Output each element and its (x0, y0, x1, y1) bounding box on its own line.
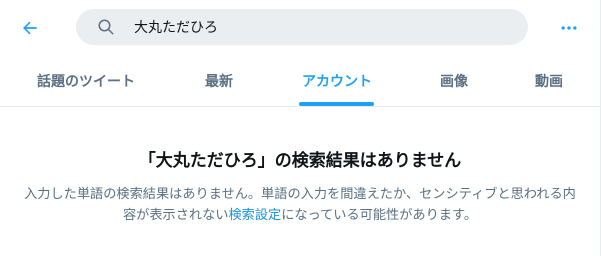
tab-accounts[interactable]: アカウント (292, 56, 382, 106)
search-input[interactable] (134, 19, 494, 35)
back-button[interactable] (14, 12, 46, 44)
search-header (0, 0, 600, 56)
empty-state-description: 入力した単語の検索結果はありません。単語の入力を間違えたか、センシティブと思われ… (20, 184, 580, 226)
arrow-left-icon (23, 21, 37, 35)
more-options-button[interactable] (553, 12, 585, 44)
more-horizontal-icon (561, 26, 577, 30)
empty-desc-text-end: になっている可能性があります。 (281, 208, 478, 223)
tab-videos[interactable]: 動画 (520, 56, 578, 106)
tab-photos[interactable]: 画像 (425, 56, 483, 106)
tab-latest[interactable]: 最新 (190, 56, 248, 106)
search-icon (96, 17, 116, 37)
search-box[interactable] (76, 9, 528, 45)
search-settings-link[interactable]: 検索設定 (228, 208, 281, 223)
active-tab-indicator (299, 102, 374, 106)
tab-top[interactable]: 話題のツイート (17, 56, 155, 106)
empty-state-title: 「大丸ただひろ」の検索結果はありません (138, 151, 462, 171)
search-tabs: 話題のツイート 最新 アカウント 画像 動画 (0, 56, 600, 107)
search-results-page: 話題のツイート 最新 アカウント 画像 動画 「大丸ただひろ」の検索結果はありま… (0, 0, 601, 256)
